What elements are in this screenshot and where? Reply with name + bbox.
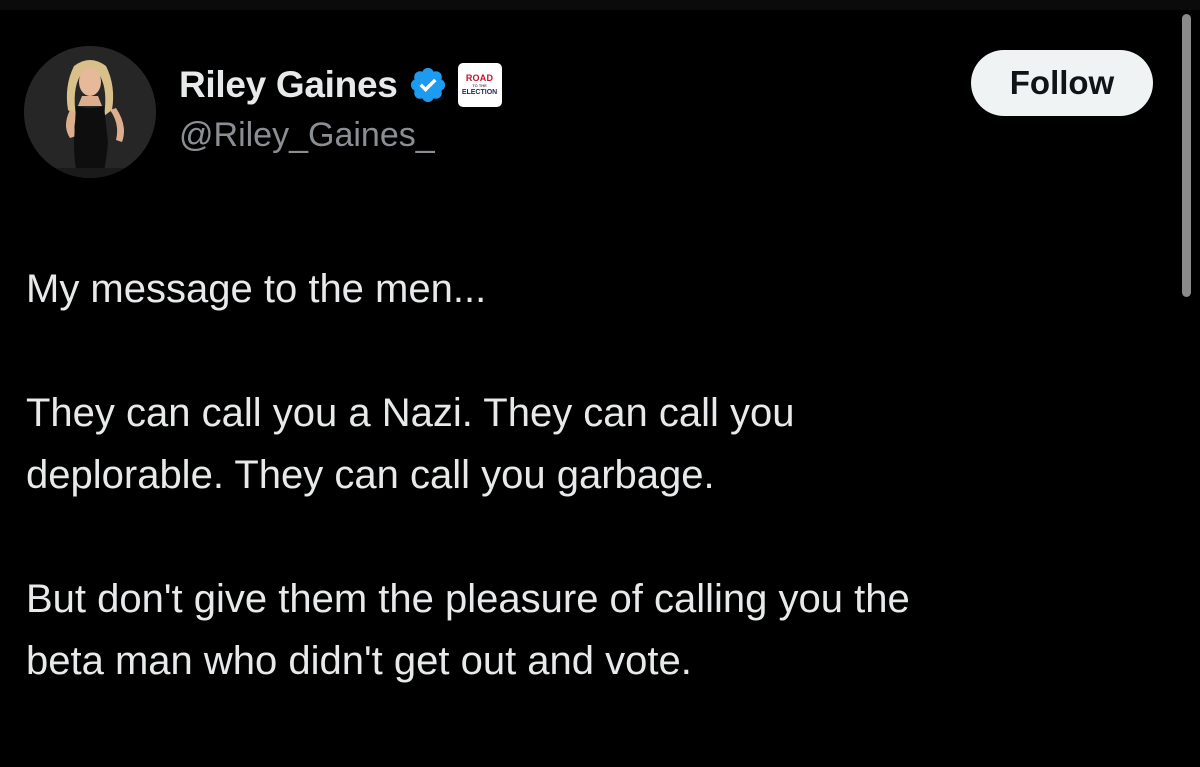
follow-button[interactable]: Follow [971, 50, 1153, 116]
badge-line-3: ELECTION [461, 89, 498, 96]
verified-check-icon[interactable] [408, 65, 448, 105]
scrollbar-thumb[interactable] [1182, 14, 1191, 297]
author-handle[interactable]: @Riley_Gaines_ [179, 116, 435, 155]
tweet-line: But don't give them the pleasure of call… [26, 577, 910, 621]
tweet-line: They can call you a Nazi. They can call … [26, 391, 795, 435]
tweet-line: My message to the men... [26, 267, 487, 311]
road-to-the-election-badge-icon[interactable]: ROAD TO THE ELECTION [457, 63, 502, 107]
badge-line-1: ROAD [465, 73, 494, 83]
author-name-row: Riley Gaines ROAD TO THE ELECTION [179, 60, 502, 110]
avatar[interactable] [24, 46, 156, 178]
tweet-line: deplorable. They can call you garbage. [26, 453, 715, 497]
tweet-text: My message to the men... They can call y… [26, 258, 1166, 692]
tweet-line: beta man who didn't get out and vote. [26, 639, 692, 683]
author-display-name[interactable]: Riley Gaines [179, 64, 398, 106]
badge-line-2: TO THE [472, 83, 487, 88]
tweet-card: Riley Gaines ROAD TO THE ELECTION @Riley… [0, 0, 1200, 767]
